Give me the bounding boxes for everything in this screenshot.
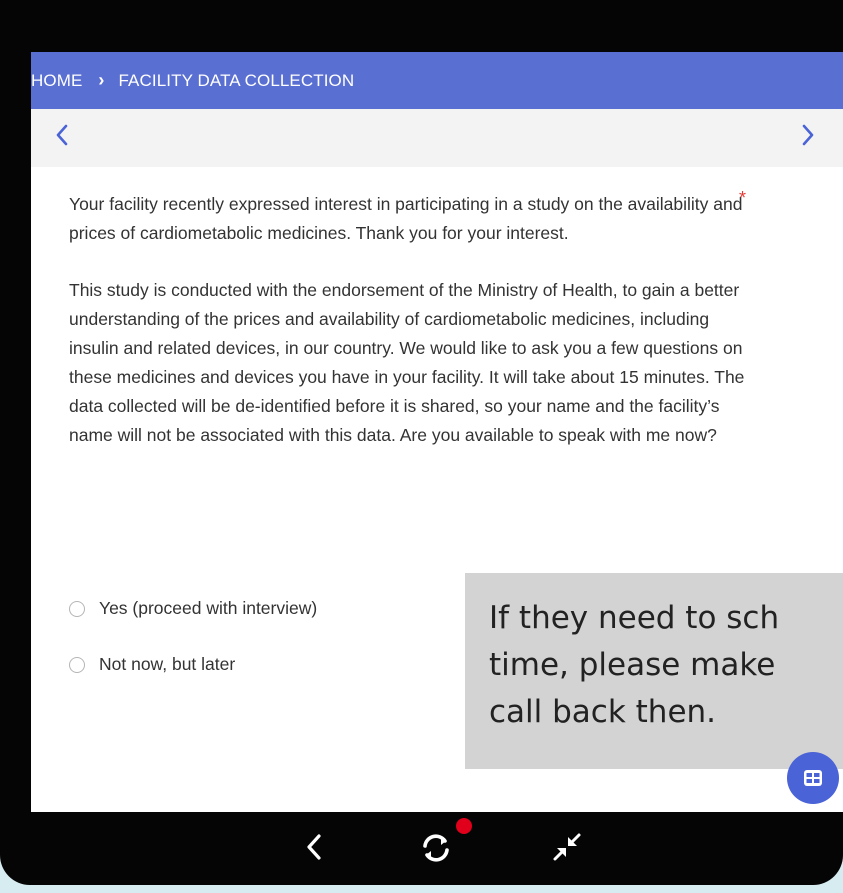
pager-bar [31,109,843,167]
grid-icon [804,770,822,786]
option-yes-label: Yes (proceed with interview) [99,598,318,618]
callout-line-1: If they need to sch [489,600,780,636]
callout-line-2: time, please make [489,647,776,683]
option-not-now[interactable]: Not now, but later [69,654,235,675]
option-not-now-label: Not now, but later [99,654,236,674]
option-yes[interactable]: Yes (proceed with interview) [69,598,317,619]
rotate-icon[interactable] [419,832,453,869]
radio-button-not-now[interactable] [69,656,85,673]
collapse-icon[interactable] [552,832,582,867]
question-paragraph-details: This study is conducted with the endorse… [69,280,745,445]
chevron-left-icon[interactable] [55,123,69,154]
grid-menu-button[interactable] [787,752,839,804]
breadcrumb-home[interactable]: HOME [31,71,82,91]
question-paragraph-intro: Your facility recently expressed interes… [69,194,743,243]
tablet-frame: HOME › FACILITY DATA COLLECTION Your fac… [0,0,843,885]
question-text: Your facility recently expressed interes… [69,190,759,478]
radio-button-yes[interactable] [69,600,85,617]
breadcrumb: HOME › FACILITY DATA COLLECTION [31,52,843,109]
breadcrumb-current: FACILITY DATA COLLECTION [118,70,355,90]
callout-line-3: call back then. [489,694,717,730]
instruction-callout: If they need to sch time, please make ca… [465,573,843,769]
required-marker: * [739,188,747,208]
notification-dot [456,818,472,834]
system-navigation-bar [0,812,843,885]
chevron-right-icon[interactable] [801,123,815,154]
app-screen: HOME › FACILITY DATA COLLECTION Your fac… [31,52,843,812]
breadcrumb-chevron-icon: › [98,70,105,90]
back-icon[interactable] [303,832,325,867]
